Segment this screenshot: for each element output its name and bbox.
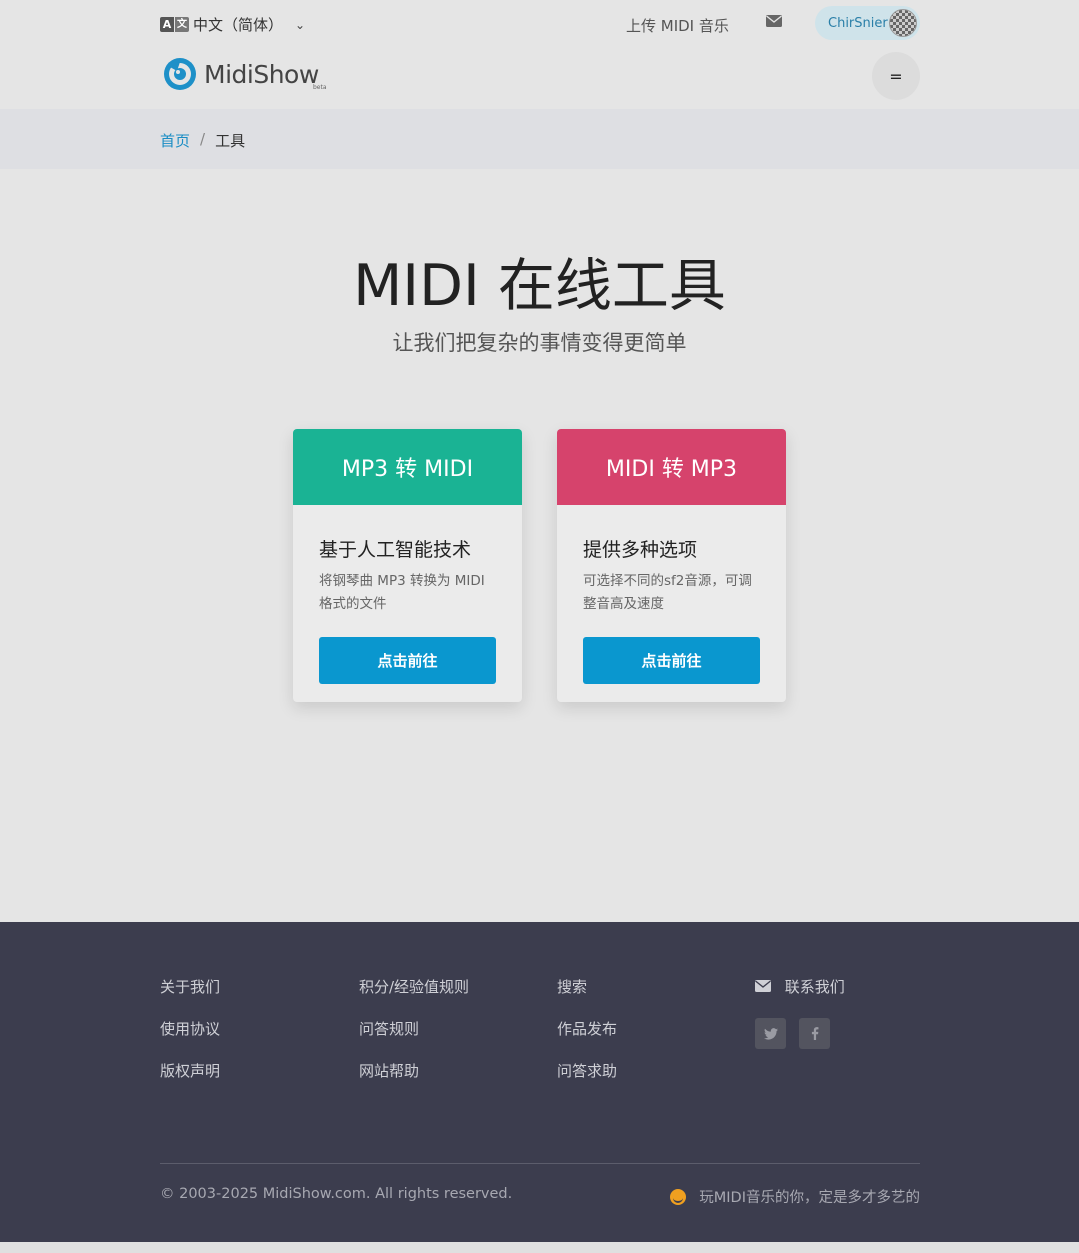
contact-label: 联系我们 bbox=[784, 978, 845, 996]
footer-link-terms[interactable]: 使用协议 bbox=[160, 1019, 220, 1039]
top-bar: A文 中文（简体） ⌄ 上传 MIDI 音乐 ChirSnier bbox=[160, 6, 920, 40]
footer-link-publish[interactable]: 作品发布 bbox=[557, 1019, 617, 1039]
slogan-text: 玩MIDI音乐的你，定是多才多艺的 bbox=[699, 1190, 920, 1206]
facebook-icon[interactable] bbox=[799, 1018, 830, 1049]
menu-icon: = bbox=[889, 66, 903, 86]
breadcrumb: 首页 / 工具 bbox=[160, 130, 920, 151]
card-description: 将钢琴曲 MP3 转换为 MIDI 格式的文件 bbox=[319, 573, 485, 612]
upload-midi-link[interactable]: 上传 MIDI 音乐 bbox=[626, 15, 729, 36]
tool-card-mp3-to-midi: MP3 转 MIDI 基于人工智能技术 将钢琴曲 MP3 转换为 MIDI 格式… bbox=[293, 429, 522, 702]
footer-divider bbox=[160, 1163, 920, 1164]
site-logo[interactable]: MidiShow bbox=[160, 57, 319, 91]
page-bottom-strip bbox=[0, 1242, 1079, 1253]
user-menu[interactable]: ChirSnier bbox=[815, 6, 920, 40]
footer-column-rules: 积分/经验值规则 问答规则 网站帮助 bbox=[359, 977, 469, 1103]
breadcrumb-current: 工具 bbox=[215, 132, 246, 150]
site-footer: 关于我们 使用协议 版权声明 积分/经验值规则 问答规则 网站帮助 搜索 作品发… bbox=[0, 922, 1079, 1242]
footer-column-contact: 联系我们 bbox=[755, 977, 845, 1049]
logo-beta: beta bbox=[313, 84, 327, 91]
mail-icon bbox=[755, 980, 771, 992]
copyright-text: © 2003-2025 MidiShow.com. All rights res… bbox=[160, 1186, 513, 1202]
breadcrumb-separator: / bbox=[200, 130, 206, 148]
card-description: 可选择不同的sf2音源，可调整音高及速度 bbox=[583, 573, 752, 612]
smile-icon bbox=[670, 1188, 687, 1205]
tool-card-midi-to-mp3: MIDI 转 MP3 提供多种选项 可选择不同的sf2音源，可调整音高及速度 点… bbox=[557, 429, 786, 702]
chevron-down-icon: ⌄ bbox=[295, 17, 306, 32]
card-body: 提供多种选项 可选择不同的sf2音源，可调整音高及速度 点击前往 bbox=[557, 505, 786, 684]
logo-icon bbox=[164, 58, 196, 90]
language-label: 中文（简体） bbox=[193, 16, 284, 34]
footer-link-ask[interactable]: 问答求助 bbox=[557, 1061, 617, 1081]
footer-link-about[interactable]: 关于我们 bbox=[160, 977, 220, 997]
footer-link-points-rules[interactable]: 积分/经验值规则 bbox=[359, 977, 469, 997]
footer-link-qa-rules[interactable]: 问答规则 bbox=[359, 1019, 469, 1039]
social-links bbox=[755, 1018, 845, 1049]
language-icon: A文 bbox=[160, 17, 189, 32]
footer-link-search[interactable]: 搜索 bbox=[557, 977, 617, 997]
username: ChirSnier bbox=[828, 15, 888, 31]
go-button[interactable]: 点击前往 bbox=[319, 637, 496, 684]
page-subtitle: 让我们把复杂的事情变得更简单 bbox=[392, 331, 687, 355]
breadcrumb-bar: 首页 / 工具 bbox=[0, 109, 1079, 169]
card-title: 基于人工智能技术 bbox=[319, 539, 472, 561]
go-button[interactable]: 点击前往 bbox=[583, 637, 760, 684]
navbar: MidiShow beta = bbox=[160, 52, 920, 100]
page-title: MIDI 在线工具 bbox=[353, 253, 726, 319]
card-header: MP3 转 MIDI bbox=[293, 429, 522, 505]
language-selector[interactable]: A文 中文（简体） ⌄ bbox=[160, 14, 305, 35]
breadcrumb-home[interactable]: 首页 bbox=[160, 130, 190, 151]
avatar bbox=[889, 9, 917, 37]
footer-link-help[interactable]: 网站帮助 bbox=[359, 1061, 469, 1081]
footer-slogan: 玩MIDI音乐的你，定是多才多艺的 bbox=[670, 1186, 920, 1207]
mail-icon[interactable] bbox=[766, 15, 782, 27]
site-header: A文 中文（简体） ⌄ 上传 MIDI 音乐 ChirSnier MidiSho… bbox=[0, 0, 1079, 109]
contact-link[interactable]: 联系我们 bbox=[755, 977, 845, 997]
twitter-icon[interactable] bbox=[755, 1018, 786, 1049]
menu-button[interactable]: = bbox=[872, 52, 920, 100]
card-title: 提供多种选项 bbox=[583, 539, 698, 561]
logo-text: MidiShow bbox=[204, 59, 319, 89]
footer-link-copyright[interactable]: 版权声明 bbox=[160, 1061, 220, 1081]
card-header: MIDI 转 MP3 bbox=[557, 429, 786, 505]
footer-column-actions: 搜索 作品发布 问答求助 bbox=[557, 977, 617, 1103]
footer-column-about: 关于我们 使用协议 版权声明 bbox=[160, 977, 220, 1103]
card-body: 基于人工智能技术 将钢琴曲 MP3 转换为 MIDI 格式的文件 点击前往 bbox=[293, 505, 522, 684]
